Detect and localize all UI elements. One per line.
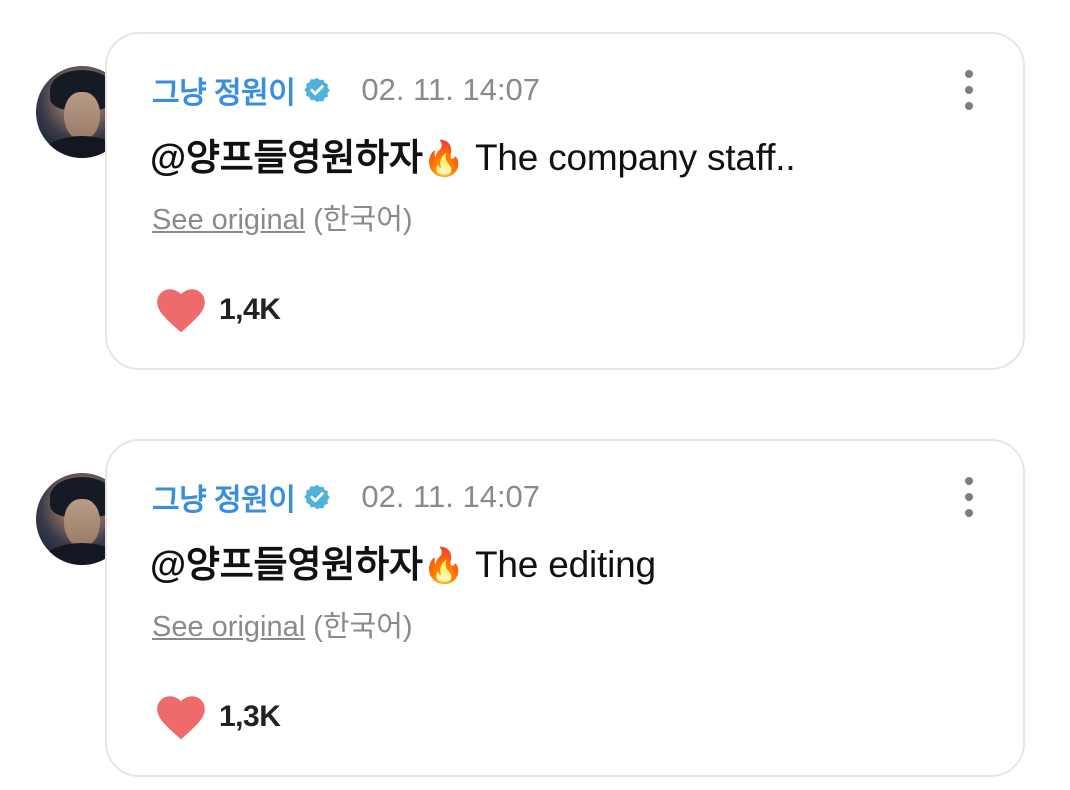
translation-row: See original (한국어): [152, 196, 413, 238]
heart-icon[interactable]: [155, 286, 207, 334]
avatar-face: [64, 92, 100, 140]
language-label: (한국어): [313, 204, 413, 236]
like-count: 1,3K: [219, 700, 281, 733]
comment-header: 그냥 정원이 02. 11. 14:07: [152, 479, 541, 517]
more-options-icon[interactable]: [961, 70, 977, 110]
comment-text: @양프들영원하자🔥 The editing: [150, 534, 656, 588]
username[interactable]: 그냥 정원이: [152, 68, 296, 112]
comment-header: 그냥 정원이 02. 11. 14:07: [152, 72, 541, 110]
comment-body: The editing: [475, 544, 656, 585]
fire-emoji-icon: 🔥: [422, 140, 465, 178]
mention-link[interactable]: @양프들영원하자: [150, 544, 423, 585]
fire-emoji-icon: 🔥: [422, 547, 465, 585]
mention-link[interactable]: @양프들영원하자: [150, 137, 423, 178]
like-count: 1,4K: [219, 293, 281, 326]
verified-badge-icon: [304, 77, 331, 103]
language-label: (한국어): [313, 611, 413, 643]
comment-bubble: 그냥 정원이 02. 11. 14:07 @양프들영원하자🔥 The compa…: [105, 32, 1025, 370]
comment-text: @양프들영원하자🔥 The company staff..: [150, 127, 796, 181]
avatar-face: [64, 499, 100, 547]
like-row: 1,3K: [155, 693, 281, 741]
comment-body: The company staff..: [475, 137, 796, 178]
translation-row: See original (한국어): [152, 603, 413, 645]
see-original-link[interactable]: See original: [152, 204, 305, 236]
more-options-icon[interactable]: [961, 477, 977, 517]
verified-badge-icon: [304, 484, 331, 510]
timestamp: 02. 11. 14:07: [361, 479, 541, 514]
timestamp: 02. 11. 14:07: [361, 72, 541, 107]
see-original-link[interactable]: See original: [152, 611, 305, 643]
username[interactable]: 그냥 정원이: [152, 475, 296, 519]
like-row: 1,4K: [155, 286, 281, 334]
heart-icon[interactable]: [155, 693, 207, 741]
comment-bubble: 그냥 정원이 02. 11. 14:07 @양프들영원하자🔥 The editi…: [105, 439, 1025, 777]
